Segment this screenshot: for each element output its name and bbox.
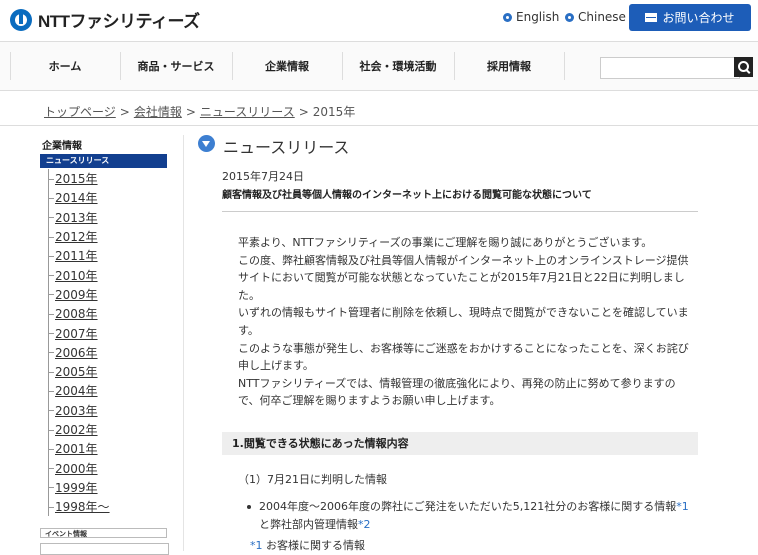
sidebar-year-2015[interactable]: 2015年 [48,169,166,189]
sidebar-year-1999[interactable]: 1999年 [48,477,166,498]
search-icon-handle [745,69,751,74]
release-date: 2015年7月24日 [222,170,304,183]
release-body: 平素より、NTTファシリティーズの事業にご理解を賜り誠にありがとうございます。 … [238,234,690,410]
body-paragraph: この度、弊社顧客情報及び社員等個人情報がインターネット上のオンラインストレージ提… [238,253,689,302]
search-button[interactable] [734,57,753,77]
ntt-logo-icon [10,8,32,31]
lang-chinese-link[interactable]: Chinese [565,10,626,24]
breadcrumb-company[interactable]: 会社情報 [134,105,182,119]
sidebar-year-2002[interactable]: 2002年 [48,419,166,440]
sidebar-year-2007[interactable]: 2007年 [48,323,166,343]
company-logo[interactable]: NTTファシリティーズ [10,7,200,32]
sidebar-year-2010[interactable]: 2010年 [48,265,166,285]
footnote-text: お客様に関する情報 [266,539,365,552]
radio-bullet-icon [565,12,574,22]
breadcrumb-sep: > [119,105,130,119]
sidebar-year-2009[interactable]: 2009年 [48,284,166,305]
sidebar-year-2012[interactable]: 2012年 [48,226,166,247]
footnote-link-1[interactable]: *1 [676,500,689,513]
sidebar-year-1998[interactable]: 1998年～ [48,497,166,517]
sidebar-year-2006[interactable]: 2006年 [48,342,166,362]
sidebar-year-list: 2015年 2014年 2013年 2012年 2011年 2010年 2009… [48,169,166,517]
logo-text: NTTファシリティーズ [38,12,200,31]
radio-bullet-icon [503,12,512,22]
body-paragraph: いずれの情報もサイト管理者に削除を依頼し、現時点で閲覧ができないことを確認してい… [238,306,689,337]
chevron-down-circle-icon [198,135,215,152]
sidebar-title[interactable]: 企業情報 [42,137,82,152]
page-title: ニュースリリース [223,138,350,157]
list-item-text: 2004年度～2006年度の弊社にご発注をいただいた5,121社分のお客様に関す… [259,500,677,513]
sidebar-year-2000[interactable]: 2000年 [48,458,166,478]
breadcrumb-divider [0,125,758,126]
sidebar-year-2001[interactable]: 2001年 [48,439,166,459]
sidebar-year-2005[interactable]: 2005年 [48,361,166,382]
nav-item-csr[interactable]: 社会・環境活動 [342,42,454,90]
breadcrumb-news[interactable]: ニュースリリース [200,105,295,119]
nav-item-company[interactable]: 企業情報 [232,42,342,90]
sidebar-item-news-active[interactable]: ニュースリリース [40,154,167,168]
lang-english-label: English [516,10,560,24]
breadcrumb: トップページ > 会社情報 > ニュースリリース >2015年 [44,103,355,120]
contact-label: お問い合わせ [662,11,735,25]
content-divider [222,211,698,212]
footnote-mark: *1 [250,539,263,552]
breadcrumb-sep: > [185,105,196,119]
breadcrumb-top[interactable]: トップページ [44,105,116,119]
mail-icon [645,13,658,22]
sidebar-year-2008[interactable]: 2008年 [48,304,166,324]
sidebar-year-2011[interactable]: 2011年 [48,246,166,266]
lang-chinese-label: Chinese [578,10,626,24]
sidebar-year-2003[interactable]: 2003年 [48,400,166,420]
body-paragraph: NTTファシリティーズでは、情報管理の徹底強化により、再発の防止に努めて参ります… [238,376,676,408]
sidebar-year-2013[interactable]: 2013年 [48,207,166,227]
breadcrumb-current: 2015年 [312,105,356,119]
contact-button[interactable]: お問い合わせ [629,4,751,31]
sidebar-event-box[interactable]: イベント情報 [40,528,167,538]
nav-divider [564,52,565,80]
body-paragraph: 平素より、NTTファシリティーズの事業にご理解を賜り誠にありがとうございます。 [238,236,653,249]
nav-item-products[interactable]: 商品・サービス [120,42,232,90]
release-subject: 顧客情報及び社員等個人情報のインターネット上における閲覧可能な状態について [222,190,592,201]
sidebar-year-2004[interactable]: 2004年 [48,381,166,401]
footnote-link-2[interactable]: *2 [358,518,371,531]
sidebar-extra-box[interactable] [40,543,169,555]
sidebar-year-2014[interactable]: 2014年 [48,188,166,208]
subsection-heading: （1）7月21日に判明した情報 [238,473,387,486]
search-input[interactable] [600,57,740,79]
lang-english-link[interactable]: English [503,10,559,24]
breadcrumb-sep: > [298,105,309,119]
section-heading: 1.閲覧できる状態にあった情報内容 [222,432,698,455]
nav-item-recruit[interactable]: 採用情報 [454,42,564,90]
nav-item-home[interactable]: ホーム [10,42,120,90]
bullet-icon [247,505,251,509]
list-item: 2004年度～2006年度の弊社にご発注をいただいた5,121社分のお客様に関す… [247,498,697,534]
sidebar-divider [183,135,184,551]
list-item-text-2: と弊社部内管理情報 [259,518,358,531]
body-paragraph: このような事態が発生し、お客様等にご迷惑をおかけすることになったことを、深くお詫… [238,341,689,373]
